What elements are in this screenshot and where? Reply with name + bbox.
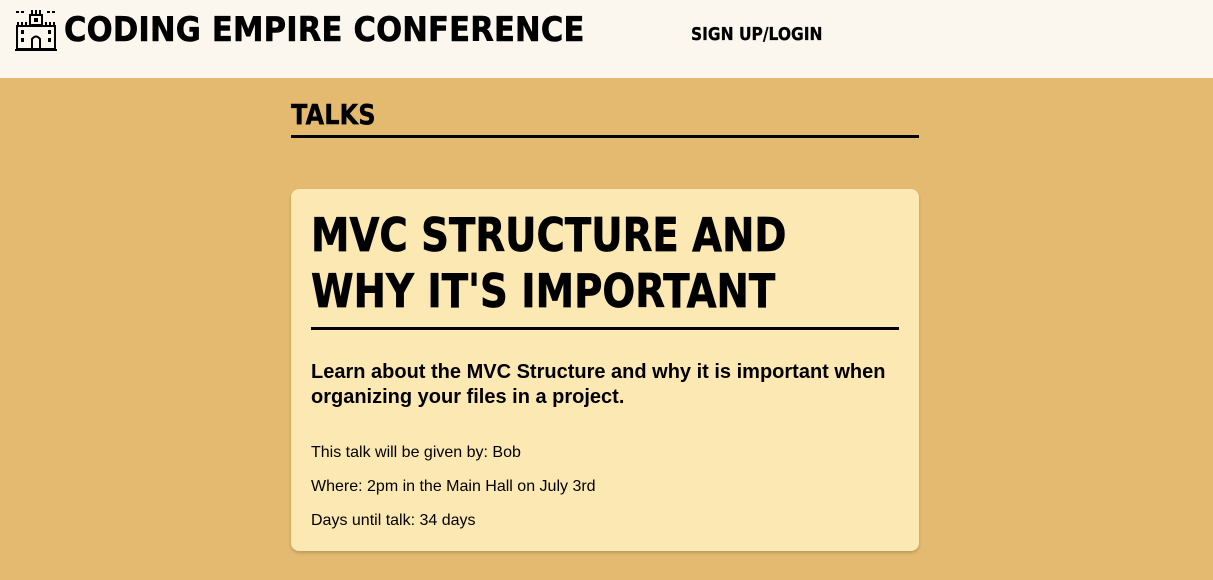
section-divider xyxy=(291,135,919,138)
talk-speaker: This talk will be given by: Bob xyxy=(311,444,521,461)
talk-description: Learn about the MVC Structure and why it… xyxy=(311,361,886,408)
talk-countdown: Days until talk: 34 days xyxy=(311,512,476,529)
talk-title: MVC Structure and why it's important xyxy=(311,208,787,319)
castle-icon xyxy=(15,10,57,51)
talk-card: MVC Structure and why it's important Lea… xyxy=(291,189,919,551)
site-title: Coding Empire Conference xyxy=(64,10,585,50)
home-logo-link[interactable]: Coding Empire Conference xyxy=(14,8,642,52)
signup-login-link[interactable]: SIGN UP/LOGIN xyxy=(691,24,823,45)
section-title: Talks xyxy=(291,98,376,131)
site-header: Coding Empire Conference SIGN UP/LOGIN xyxy=(0,0,1213,78)
talk-location-time: Where: 2pm in the Main Hall on July 3rd xyxy=(311,478,596,495)
talks-section: Talks xyxy=(291,96,919,138)
talk-title-divider xyxy=(311,327,899,330)
